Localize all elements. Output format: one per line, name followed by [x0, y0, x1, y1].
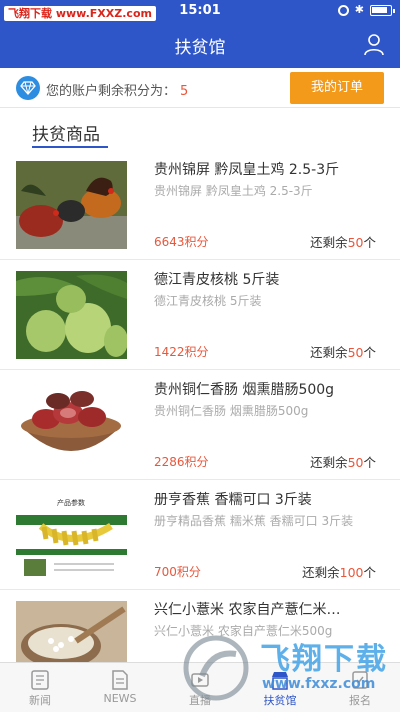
tab-live[interactable]: 直播 [160, 663, 240, 712]
battery-icon [370, 4, 395, 16]
product-image-roosters [16, 161, 127, 249]
product-price: 6643积分 [154, 235, 209, 249]
product-name: 德江青皮核桃 5斤装 [154, 272, 280, 288]
product-name: 贵州铜仁香肠 烟熏腊肠500g [154, 382, 335, 398]
bluetooth-icon: ✱ [354, 3, 364, 16]
points-bar: 您的账户剩余积分为： 5 我的订单 [0, 68, 400, 108]
tab-label: 扶贫馆 [263, 694, 297, 707]
status-icons: ✱ [337, 3, 395, 16]
tab-signup[interactable]: 报名 [320, 663, 400, 712]
product-stock: 还剩余50个 [310, 455, 376, 470]
user-icon [364, 34, 384, 56]
tab-news[interactable]: 新闻 [0, 663, 80, 712]
product-price: 700积分 [154, 565, 201, 579]
product-price: 2286积分 [154, 455, 209, 469]
section-underline [32, 146, 108, 148]
product-item[interactable]: 贵州铜仁香肠 烟熏腊肠500g 贵州铜仁香肠 烟熏腊肠500g 2286积分 还… [0, 370, 400, 480]
alarm-icon [337, 4, 349, 16]
product-stock: 还剩余50个 [310, 345, 376, 360]
product-name: 兴仁小薏米 农家自产薏仁米… [154, 602, 341, 618]
page-title: 扶贫馆 [174, 38, 226, 58]
product-desc: 册亨精品香蕉 糯米蕉 香糯可口 3斤装 [154, 514, 354, 528]
product-desc: 兴仁小薏米 农家自产薏仁米500g [154, 624, 333, 638]
product-item[interactable]: 产品参数 册亨香蕉 香糯可口 3斤装 册亨精品香蕉 糯米蕉 香糯可口 3斤装 7… [0, 480, 400, 590]
package-text: 产品参数 [57, 498, 85, 507]
my-orders-button[interactable]: 我的订单 [290, 72, 384, 104]
points-summary: 您的账户剩余积分为： 5 [46, 80, 188, 99]
product-stock: 还剩余100个 [302, 565, 376, 580]
product-stock: 还剩余50个 [310, 235, 376, 250]
tab-bar: 新闻 NEWS 直播 扶贫馆 报名 [0, 662, 400, 712]
tab-label: NEWS [103, 692, 137, 705]
signup-icon [352, 671, 368, 689]
top-bar: 飞翔下载 www.FXXZ.com 15:01 ✱ 扶贫馆 [0, 0, 400, 68]
tab-label: 直播 [189, 694, 211, 707]
product-name: 册亨香蕉 香糯可口 3斤装 [154, 492, 312, 508]
status-bar: 飞翔下载 www.FXXZ.com 15:01 ✱ [0, 0, 400, 22]
user-button[interactable] [362, 32, 386, 56]
product-image-walnuts [16, 271, 127, 359]
diamond-icon [16, 76, 40, 100]
store-icon [272, 672, 288, 690]
points-label: 您的账户剩余积分为： [46, 84, 177, 99]
product-name: 贵州锦屏 黔凤皇土鸡 2.5-3斤 [154, 162, 340, 178]
section-title: 扶贫商品 [32, 125, 100, 145]
live-icon [191, 673, 209, 687]
product-desc: 贵州锦屏 黔凤皇土鸡 2.5-3斤 [154, 184, 313, 198]
news-icon [31, 670, 49, 690]
product-item[interactable]: 贵州锦屏 黔凤皇土鸡 2.5-3斤 贵州锦屏 黔凤皇土鸡 2.5-3斤 6643… [0, 150, 400, 260]
document-icon [112, 670, 128, 690]
tab-store[interactable]: 扶贫馆 [240, 663, 320, 712]
tab-news-en[interactable]: NEWS [80, 663, 160, 712]
product-image-bananas: 产品参数 [16, 491, 127, 579]
product-desc: 德江青皮核桃 5斤装 [154, 294, 262, 308]
product-desc: 贵州铜仁香肠 烟熏腊肠500g [154, 404, 309, 418]
product-list: 贵州锦屏 黔凤皇土鸡 2.5-3斤 贵州锦屏 黔凤皇土鸡 2.5-3斤 6643… [0, 150, 400, 700]
points-value: 5 [180, 84, 189, 99]
product-item[interactable]: 德江青皮核桃 5斤装 德江青皮核桃 5斤装 1422积分 还剩余50个 [0, 260, 400, 370]
product-image-sausage [16, 381, 127, 469]
tab-label: 报名 [349, 694, 371, 707]
tab-label: 新闻 [29, 694, 51, 707]
product-price: 1422积分 [154, 345, 209, 359]
